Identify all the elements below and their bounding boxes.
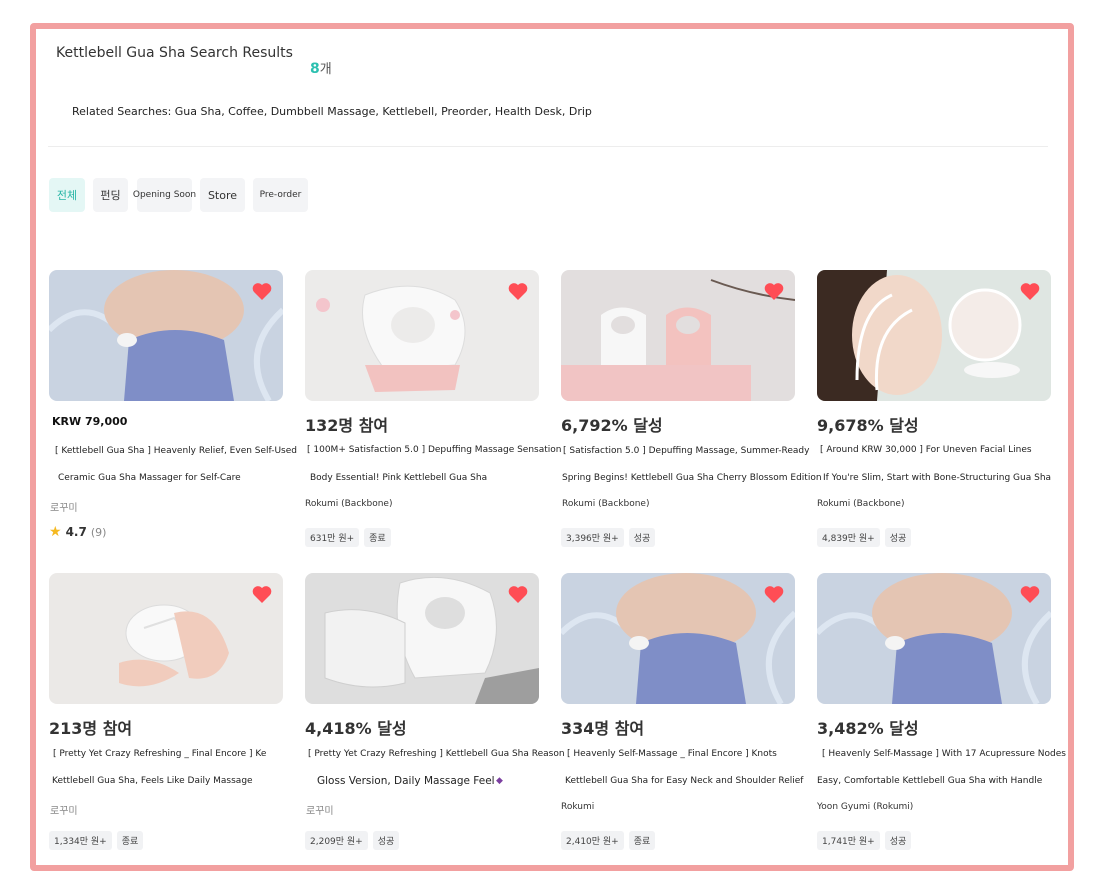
heart-icon[interactable]	[250, 279, 274, 303]
tag-list: 1,334만 원+ 종료	[49, 831, 144, 850]
filter-tab-preorder[interactable]: Pre-order	[253, 178, 308, 212]
rating: ★ 4.7 (9)	[49, 524, 106, 540]
funding-stat: 6,792% 달성	[561, 416, 663, 435]
rating-value: 4.7	[65, 525, 87, 539]
maker-name[interactable]: 로꾸미	[306, 802, 334, 817]
product-image[interactable]	[817, 573, 1051, 704]
product-title-line-1[interactable]: [ Kettlebell Gua Sha ] Heavenly Relief, …	[55, 446, 297, 456]
product-title-line-2[interactable]: Spring Begins! Kettlebell Gua Sha Cherry…	[562, 473, 822, 483]
product-card-3[interactable]: 6,792% 달성 [ Satisfaction 5.0 ] Depuffing…	[561, 270, 822, 550]
product-title-line-2[interactable]: Kettlebell Gua Sha, Feels Like Daily Mas…	[52, 776, 253, 786]
maker-name[interactable]: 로꾸미	[50, 802, 78, 817]
amount-tag: 1,741만 원+	[817, 831, 880, 850]
amount-tag: 3,396만 원+	[561, 528, 624, 547]
funding-stat: 3,482% 달성	[817, 719, 919, 738]
product-image[interactable]	[305, 270, 539, 401]
filter-tab-all[interactable]: 전체	[49, 178, 85, 212]
product-card-5[interactable]: 213명 참여 [ Pretty Yet Crazy Refreshing _ …	[49, 573, 283, 858]
heart-icon[interactable]	[1018, 582, 1042, 606]
amount-tag: 1,334만 원+	[49, 831, 112, 850]
product-title-line-2[interactable]: Ceramic Gua Sha Massager for Self-Care	[58, 473, 241, 483]
product-title-line-2[interactable]: Easy, Comfortable Kettlebell Gua Sha wit…	[817, 776, 1042, 786]
tag-list: 2,410만 원+ 종료	[561, 831, 656, 850]
result-count-value: 8	[310, 61, 320, 77]
product-title-line-2[interactable]: Body Essential! Pink Kettlebell Gua Sha	[310, 473, 487, 483]
funding-stat: 9,678% 달성	[817, 416, 919, 435]
related-searches[interactable]: Related Searches: Gua Sha, Coffee, Dumbb…	[72, 105, 592, 118]
heart-icon[interactable]	[762, 279, 786, 303]
heart-icon[interactable]	[1018, 279, 1042, 303]
amount-tag: 4,839만 원+	[817, 528, 880, 547]
maker-name[interactable]: Rokumi (Backbone)	[817, 499, 904, 509]
product-title-line-2[interactable]: Kettlebell Gua Sha for Easy Neck and Sho…	[565, 776, 803, 786]
search-results-panel: Kettlebell Gua Sha Search Results 8개 Rel…	[30, 23, 1074, 871]
status-badge: 성공	[372, 831, 400, 850]
maker-name[interactable]: Yoon Gyumi (Rokumi)	[817, 802, 913, 812]
tag-list: 3,396만 원+ 성공	[561, 528, 656, 547]
product-card-4[interactable]: 9,678% 달성 [ Around KRW 30,000 ] For Unev…	[817, 270, 1051, 550]
tag-list: 631만 원+ 종료	[305, 528, 391, 547]
filter-tab-store[interactable]: Store	[200, 178, 245, 212]
funding-stat: 334명 참여	[561, 719, 645, 738]
status-badge: 종료	[116, 831, 144, 850]
status-badge: 성공	[628, 528, 656, 547]
status-badge: 성공	[884, 831, 912, 850]
product-image[interactable]	[561, 270, 795, 401]
product-card-2[interactable]: 132명 참여 [ 100M+ Satisfaction 5.0 ] Depuf…	[305, 270, 562, 550]
filter-tab-funding[interactable]: 펀딩	[93, 178, 128, 212]
product-title-line-2[interactable]: If You're Slim, Start with Bone-Structur…	[823, 473, 1051, 483]
status-badge: 종료	[628, 831, 656, 850]
product-title-line-1[interactable]: [ Heavenly Self-Massage _ Final Encore ]…	[567, 749, 777, 759]
product-image[interactable]	[305, 573, 539, 704]
maker-name[interactable]: Rokumi (Backbone)	[562, 499, 649, 509]
product-title-line-1[interactable]: [ Around KRW 30,000 ] For Uneven Facial …	[820, 445, 1032, 455]
amount-tag: 631만 원+	[305, 528, 360, 547]
heart-icon[interactable]	[506, 279, 530, 303]
funding-stat: 4,418% 달성	[305, 719, 407, 738]
funding-stat: 213명 참여	[49, 719, 133, 738]
product-title-line-1[interactable]: [ Satisfaction 5.0 ] Depuffing Massage, …	[563, 446, 809, 456]
amount-tag: 2,209만 원+	[305, 831, 368, 850]
maker-name[interactable]: Rokumi	[561, 802, 594, 812]
product-card-1[interactable]: KRW 79,000 [ Kettlebell Gua Sha ] Heaven…	[49, 270, 297, 550]
product-image[interactable]	[561, 573, 795, 704]
heart-icon[interactable]	[506, 582, 530, 606]
tag-list: 2,209만 원+ 성공	[305, 831, 400, 850]
product-image[interactable]	[817, 270, 1051, 401]
product-price: KRW 79,000	[52, 415, 128, 428]
tag-list: 4,839만 원+ 성공	[817, 528, 912, 547]
purple-gem-icon: ◆	[496, 776, 503, 786]
product-card-6[interactable]: 4,418% 달성 [ Pretty Yet Crazy Refreshing …	[305, 573, 565, 858]
result-count: 8개	[310, 58, 332, 77]
maker-name[interactable]: Rokumi (Backbone)	[305, 499, 392, 509]
star-icon: ★	[49, 524, 62, 540]
status-badge: 종료	[364, 528, 391, 547]
result-count-unit: 개	[319, 62, 332, 77]
filter-tab-opening-soon[interactable]: Opening Soon	[133, 178, 196, 212]
product-card-8[interactable]: 3,482% 달성 [ Heavenly Self-Massage ] With…	[817, 573, 1066, 858]
heart-icon[interactable]	[250, 582, 274, 606]
product-title-line-1[interactable]: [ 100M+ Satisfaction 5.0 ] Depuffing Mas…	[307, 445, 562, 455]
product-title-line-1[interactable]: [ Heavenly Self-Massage ] With 17 Acupre…	[822, 749, 1066, 759]
review-count: (9)	[90, 525, 107, 539]
page-title: Kettlebell Gua Sha Search Results	[56, 45, 293, 61]
heart-icon[interactable]	[762, 582, 786, 606]
amount-tag: 2,410만 원+	[561, 831, 624, 850]
tag-list: 1,741만 원+ 성공	[817, 831, 912, 850]
status-badge: 성공	[884, 528, 912, 547]
product-title-line-1[interactable]: [ Pretty Yet Crazy Refreshing _ Final En…	[53, 749, 266, 759]
divider	[48, 146, 1048, 147]
product-title-line-1[interactable]: [ Pretty Yet Crazy Refreshing ] Kettlebe…	[308, 749, 565, 759]
product-image[interactable]	[49, 270, 283, 401]
maker-name[interactable]: 로꾸미	[50, 499, 78, 514]
product-card-7[interactable]: 334명 참여 [ Heavenly Self-Massage _ Final …	[561, 573, 803, 858]
product-image[interactable]	[49, 573, 283, 704]
product-title-line-2[interactable]: Gloss Version, Daily Massage Feel	[317, 775, 495, 787]
funding-stat: 132명 참여	[305, 416, 389, 435]
